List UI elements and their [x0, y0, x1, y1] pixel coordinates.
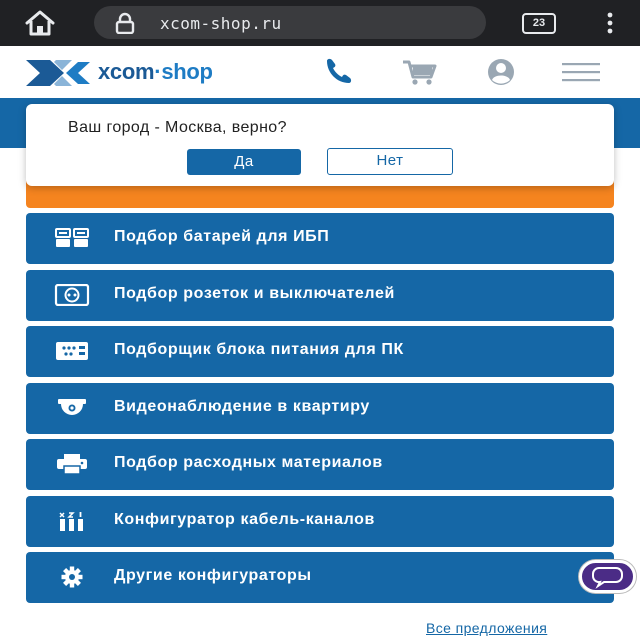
configurator-label: Подбор батарей для ИБП	[114, 228, 330, 245]
phone-icon[interactable]	[320, 58, 360, 86]
configurator-item-psu[interactable]: Подборщик блока питания для ПК	[26, 326, 614, 377]
confirm-city-button[interactable]: Да	[187, 149, 301, 175]
address-bar[interactable]: xcom-shop.ru	[94, 6, 486, 39]
power-supply-icon	[54, 340, 90, 362]
configurator-item-sockets[interactable]: Подбор розеток и выключателей	[26, 269, 614, 321]
user-icon[interactable]	[480, 58, 520, 86]
printer-icon	[54, 453, 90, 475]
configurator-list: Подбор батарей для ИБП Подбор розеток и …	[26, 213, 614, 609]
logo-word-shop: shop	[161, 59, 213, 84]
configurator-item-other[interactable]: Другие конфигураторы	[26, 552, 614, 603]
more-vert-icon[interactable]	[602, 11, 618, 35]
battery-icon	[54, 227, 90, 249]
home-icon[interactable]	[22, 8, 58, 38]
socket-icon	[54, 283, 90, 306]
cart-icon[interactable]	[400, 58, 440, 86]
camera-icon	[54, 397, 90, 419]
chat-bubble-icon	[591, 567, 623, 589]
tabs-icon[interactable]: 23	[522, 13, 556, 34]
site-header: xcom·shop	[0, 46, 640, 98]
lock-icon[interactable]	[114, 12, 136, 35]
configurator-item-cable-channels[interactable]: Конфигуратор кабель-каналов	[26, 495, 614, 547]
configurator-label: Подбор розеток и выключателей	[114, 284, 395, 302]
city-question: Ваш город - Москва, верно?	[68, 119, 287, 136]
city-popup: Ваш город - Москва, верно? Да Нет	[26, 104, 614, 186]
configurator-item-ups-batteries[interactable]: Подбор батарей для ИБП	[26, 213, 614, 264]
all-offers-link[interactable]: Все предложения	[426, 620, 547, 636]
configurator-label: Другие конфигураторы	[114, 567, 312, 584]
browser-toolbar: xcom-shop.ru 23	[0, 0, 640, 46]
configurator-label: Конфигуратор кабель-каналов	[114, 510, 375, 528]
site-logo[interactable]: xcom·shop	[26, 58, 266, 88]
configurator-label: Подборщик блока питания для ПК	[114, 341, 404, 358]
configurator-item-consumables[interactable]: Подбор расходных материалов	[26, 439, 614, 490]
logo-wordmark: xcom·shop	[98, 59, 213, 85]
cable-channel-icon	[54, 510, 90, 532]
reject-city-button[interactable]: Нет	[327, 148, 453, 175]
configurator-label: Видеонаблюдение в квартиру	[114, 397, 370, 415]
configurator-item-cctv[interactable]: Видеонаблюдение в квартиру	[26, 382, 614, 434]
logo-x-icon	[26, 60, 90, 86]
logo-word-xcom: xcom	[98, 59, 155, 84]
url-text[interactable]: xcom-shop.ru	[160, 14, 282, 33]
chat-button[interactable]	[579, 560, 636, 593]
configurator-label: Подбор расходных материалов	[114, 454, 383, 471]
hamburger-icon[interactable]	[560, 58, 600, 86]
gear-icon	[54, 566, 90, 588]
